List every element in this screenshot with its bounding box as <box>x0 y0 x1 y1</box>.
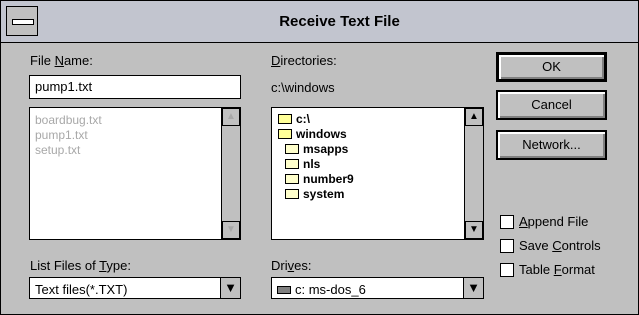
folder-icon <box>285 174 299 184</box>
folder-icon <box>285 144 299 154</box>
drive-icon <box>277 286 291 294</box>
file-list-item[interactable]: setup.txt <box>35 143 102 158</box>
directory-item-system[interactable]: system <box>278 187 354 202</box>
chevron-down-icon[interactable]: ▼ <box>463 278 483 298</box>
directory-tree[interactable]: c:\ windows msapps nls number9 system ▲ … <box>271 107 484 240</box>
file-name-input[interactable]: pump1.txt <box>29 75 241 99</box>
scroll-down-arrow-icon[interactable]: ▼ <box>465 221 483 239</box>
system-menu-button[interactable] <box>6 6 38 36</box>
file-list-scrollbar[interactable]: ▲ ▼ <box>221 108 240 239</box>
window-title: Receive Text File <box>279 13 400 30</box>
system-menu-icon <box>12 19 34 25</box>
cancel-button[interactable]: Cancel <box>496 90 607 120</box>
directory-item-number9[interactable]: number9 <box>278 172 354 187</box>
receive-text-file-dialog: Receive Text File File Name: pump1.txt b… <box>0 0 639 315</box>
open-folder-icon <box>278 129 292 139</box>
scroll-up-arrow-icon[interactable]: ▲ <box>222 108 240 126</box>
table-format-label[interactable]: Table Format <box>519 262 595 277</box>
scroll-down-arrow-icon[interactable]: ▼ <box>222 221 240 239</box>
scroll-up-arrow-icon[interactable]: ▲ <box>465 108 483 126</box>
file-list-item[interactable]: pump1.txt <box>35 128 102 143</box>
folder-icon <box>285 189 299 199</box>
drives-select[interactable]: c: ms-dos_6 ▼ <box>271 277 484 299</box>
directory-item-msapps[interactable]: msapps <box>278 142 354 157</box>
file-list[interactable]: boardbug.txt pump1.txt setup.txt ▲ ▼ <box>29 107 241 240</box>
drives-label: Drives: <box>271 258 312 273</box>
directories-label: Directories: <box>271 53 337 68</box>
directory-item-nls[interactable]: nls <box>278 157 354 172</box>
file-type-value: Text files(*.TXT) <box>35 282 128 297</box>
table-format-checkbox[interactable] <box>500 263 514 277</box>
directory-scrollbar[interactable]: ▲ ▼ <box>464 108 483 239</box>
directory-item-windows[interactable]: windows <box>278 127 354 142</box>
drives-value: c: ms-dos_6 <box>277 282 366 297</box>
ok-button[interactable]: OK <box>496 52 607 82</box>
file-name-label: File Name: <box>30 53 93 68</box>
save-controls-checkbox[interactable] <box>500 239 514 253</box>
chevron-down-icon[interactable]: ▼ <box>220 278 240 298</box>
file-type-label: List Files of Type: <box>30 258 131 273</box>
file-type-select[interactable]: Text files(*.TXT) ▼ <box>29 277 241 299</box>
file-list-item[interactable]: boardbug.txt <box>35 113 102 128</box>
folder-icon <box>285 159 299 169</box>
directory-item-root[interactable]: c:\ <box>278 112 354 127</box>
append-file-label[interactable]: Append File <box>519 214 588 229</box>
title-bar[interactable]: Receive Text File <box>1 1 638 43</box>
network-button[interactable]: Network... <box>496 130 607 160</box>
save-controls-label[interactable]: Save Controls <box>519 238 601 253</box>
open-folder-icon <box>278 114 292 124</box>
current-directory-path: c:\windows <box>271 80 335 95</box>
append-file-checkbox[interactable] <box>500 215 514 229</box>
